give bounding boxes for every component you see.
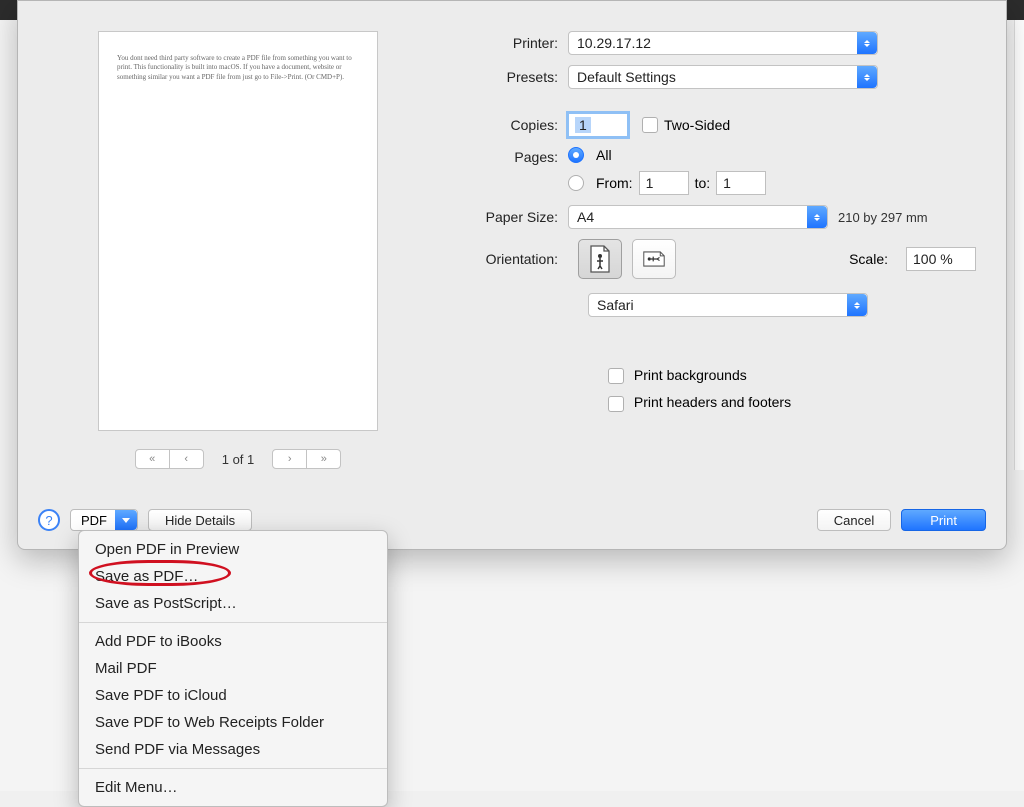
pages-to-field[interactable]: 1 (716, 171, 766, 195)
portrait-page-icon (589, 245, 611, 273)
print-label: Print (930, 513, 957, 528)
pages-to-label: to: (695, 175, 711, 191)
question-mark-icon: ? (45, 513, 52, 528)
menu-separator (79, 768, 387, 769)
pages-from-radio[interactable] (568, 175, 584, 191)
print-headers-footers-checkbox[interactable] (608, 396, 624, 412)
two-sided-checkbox[interactable] (642, 117, 658, 133)
print-button[interactable]: Print (901, 509, 986, 531)
pager-first-button[interactable]: « (135, 449, 170, 469)
scale-field[interactable]: 100 % (906, 247, 976, 271)
updown-caret-icon (857, 32, 877, 54)
presets-select[interactable]: Default Settings (568, 65, 878, 89)
menu-separator (79, 622, 387, 623)
category-select[interactable]: Safari (588, 293, 868, 317)
copies-value: 1 (575, 117, 591, 133)
cancel-label: Cancel (834, 513, 874, 528)
pages-from-field[interactable]: 1 (639, 171, 689, 195)
scale-label: Scale: (849, 251, 888, 267)
pdf-button-label: PDF (81, 513, 107, 528)
double-chevron-left-icon: « (149, 453, 155, 465)
paper-size-label: Paper Size: (448, 209, 568, 225)
pager-next-button[interactable]: › (272, 449, 307, 469)
landscape-page-icon (643, 245, 665, 273)
chevron-left-icon: ‹ (184, 453, 188, 465)
menu-add-pdf-ibooks[interactable]: Add PDF to iBooks (79, 628, 387, 655)
pager-prev-button[interactable]: ‹ (169, 449, 204, 469)
app-print-options: Print backgrounds Print headers and foot… (608, 367, 976, 412)
two-sided-label: Two-Sided (664, 117, 730, 133)
pages-label: Pages: (448, 147, 568, 165)
help-button[interactable]: ? (38, 509, 60, 531)
double-chevron-right-icon: » (321, 453, 327, 465)
orientation-label: Orientation: (448, 251, 568, 267)
orientation-landscape-button[interactable] (632, 239, 676, 279)
menu-send-pdf-messages[interactable]: Send PDF via Messages (79, 736, 387, 763)
updown-caret-icon (807, 206, 827, 228)
pager-indicator: 1 of 1 (204, 452, 273, 467)
print-backgrounds-checkbox[interactable] (608, 368, 624, 384)
chevron-down-icon (115, 510, 137, 530)
print-backgrounds-label: Print backgrounds (634, 367, 747, 383)
paper-dimensions: 210 by 297 mm (838, 210, 928, 225)
pdf-dropdown-menu: Open PDF in Preview Save as PDF… Save as… (78, 530, 388, 807)
menu-save-as-pdf[interactable]: Save as PDF… (79, 563, 387, 590)
menu-edit-menu[interactable]: Edit Menu… (79, 774, 387, 801)
printer-value: 10.29.17.12 (577, 35, 651, 51)
pages-all-radio[interactable] (568, 147, 584, 163)
presets-label: Presets: (448, 69, 568, 85)
menu-mail-pdf[interactable]: Mail PDF (79, 655, 387, 682)
updown-caret-icon (847, 294, 867, 316)
category-value: Safari (597, 297, 634, 313)
copies-label: Copies: (448, 117, 568, 133)
updown-caret-icon (857, 66, 877, 88)
print-headers-footers-label: Print headers and footers (634, 394, 791, 410)
print-preview-page: You dont need third party software to cr… (98, 31, 378, 431)
pages-from-label: From: (596, 175, 633, 191)
preview-document-text: You dont need third party software to cr… (99, 32, 377, 104)
menu-open-pdf-preview[interactable]: Open PDF in Preview (79, 536, 387, 563)
preview-pager: « ‹ 1 of 1 › » (98, 449, 378, 469)
background-right-edge (1014, 20, 1024, 470)
copies-field[interactable]: 1 (568, 113, 628, 137)
pages-all-label: All (596, 147, 612, 163)
print-settings: Printer: 10.29.17.12 Presets: Default Se… (448, 31, 976, 412)
pages-from-value: 1 (646, 175, 654, 191)
menu-save-pdf-icloud[interactable]: Save PDF to iCloud (79, 682, 387, 709)
orientation-portrait-button[interactable] (578, 239, 622, 279)
printer-label: Printer: (448, 35, 568, 51)
menu-save-as-postscript[interactable]: Save as PostScript… (79, 590, 387, 617)
cancel-button[interactable]: Cancel (817, 509, 891, 531)
paper-size-value: A4 (577, 209, 594, 225)
pages-to-value: 1 (723, 175, 731, 191)
paper-size-select[interactable]: A4 (568, 205, 828, 229)
menu-save-pdf-receipts[interactable]: Save PDF to Web Receipts Folder (79, 709, 387, 736)
printer-select[interactable]: 10.29.17.12 (568, 31, 878, 55)
presets-value: Default Settings (577, 69, 676, 85)
hide-details-button[interactable]: Hide Details (148, 509, 252, 531)
pdf-dropdown-button[interactable]: PDF (70, 509, 138, 531)
dialog-bottom-bar: ? PDF Hide Details Cancel Print (38, 509, 986, 531)
chevron-right-icon: › (288, 453, 292, 465)
hide-details-label: Hide Details (165, 513, 235, 528)
pager-last-button[interactable]: » (306, 449, 341, 469)
print-dialog: You dont need third party software to cr… (17, 0, 1007, 550)
scale-value: 100 % (913, 251, 953, 267)
